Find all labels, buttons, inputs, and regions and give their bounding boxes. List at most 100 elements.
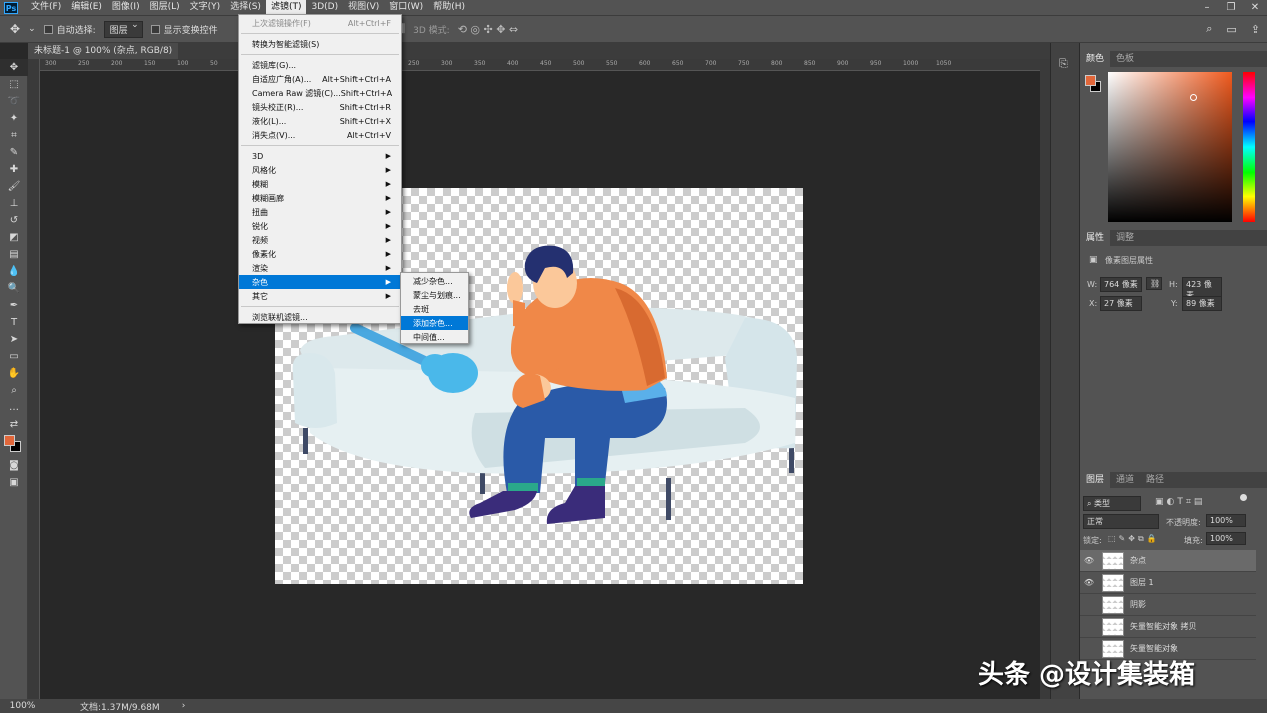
layer-filter-type-dropdown[interactable]: ⌕ 类型 bbox=[1083, 496, 1141, 511]
status-chevron-icon[interactable]: › bbox=[182, 701, 186, 711]
foreground-color-swatch[interactable] bbox=[4, 435, 15, 446]
path-selection-tool-icon[interactable]: ➤ bbox=[0, 331, 28, 348]
clone-stamp-tool-icon[interactable]: ⊥ bbox=[0, 195, 28, 212]
layer-row[interactable]: 阴影 bbox=[1080, 594, 1256, 616]
color-panel-foreground-swatch[interactable] bbox=[1085, 75, 1096, 86]
brush-tool-icon[interactable]: 🖌 bbox=[0, 178, 28, 195]
color-panel-swatches[interactable] bbox=[1085, 75, 1103, 93]
fill-field[interactable]: 100% bbox=[1206, 532, 1246, 545]
tab-adjustments[interactable]: 调整 bbox=[1110, 230, 1140, 246]
menu-item-blur[interactable]: 模糊 ▶ bbox=[239, 177, 401, 191]
menu-item-stylize[interactable]: 风格化 ▶ bbox=[239, 163, 401, 177]
auto-select-dropdown[interactable]: 图层 bbox=[103, 20, 143, 38]
menu-item-render[interactable]: 渲染 ▶ bbox=[239, 261, 401, 275]
tab-color[interactable]: 颜色 bbox=[1080, 51, 1111, 67]
x-field[interactable]: 27 像素 bbox=[1100, 296, 1142, 311]
menu-item-adaptive-wide[interactable]: 自适应广角(A)... Alt+Shift+Ctrl+A bbox=[239, 72, 401, 86]
menu-item-noise[interactable]: 杂色 ▶ bbox=[239, 275, 401, 289]
zoom-tool-icon[interactable]: ⌕ bbox=[0, 382, 28, 399]
color-swatches[interactable] bbox=[0, 433, 28, 457]
marquee-tool-icon[interactable]: ⬚ bbox=[0, 76, 28, 93]
menu-item-camera-raw[interactable]: Camera Raw 滤镜(C)... Shift+Ctrl+A bbox=[239, 86, 401, 100]
tab-properties[interactable]: 属性 bbox=[1080, 230, 1111, 246]
menu-select[interactable]: 选择(S) bbox=[225, 0, 266, 15]
menu-window[interactable]: 窗口(W) bbox=[384, 0, 428, 15]
close-icon[interactable]: ✕ bbox=[1243, 0, 1267, 15]
menu-item-sharpen[interactable]: 锐化 ▶ bbox=[239, 219, 401, 233]
3d-mode-icons[interactable]: ⟲ ◎ ✣ ✥ ⇔ bbox=[458, 23, 518, 36]
menu-item-browse-online[interactable]: 浏览联机滤镜... bbox=[239, 310, 401, 324]
healing-brush-tool-icon[interactable]: ✚ bbox=[0, 161, 28, 178]
menu-item-filter-gallery[interactable]: 滤镜库(G)... bbox=[239, 58, 401, 72]
pen-tool-icon[interactable]: ✒ bbox=[0, 297, 28, 314]
menu-item-blur-gallery[interactable]: 模糊画廊 ▶ bbox=[239, 191, 401, 205]
layer-row[interactable]: 👁 图层 1 bbox=[1080, 572, 1256, 594]
show-transform-checkbox[interactable] bbox=[150, 24, 160, 34]
visibility-eye-icon[interactable]: 👁 bbox=[1080, 556, 1098, 565]
menu-type[interactable]: 文字(Y) bbox=[185, 0, 226, 15]
move-tool-icon[interactable]: ✥ bbox=[0, 59, 28, 76]
auto-select-option[interactable]: 自动选择: bbox=[43, 23, 96, 36]
menu-item-vanishing-point[interactable]: 消失点(V)... Alt+Ctrl+V bbox=[239, 128, 401, 142]
menu-item-pixelate[interactable]: 像素化 ▶ bbox=[239, 247, 401, 261]
rectangle-tool-icon[interactable]: ▭ bbox=[0, 348, 28, 365]
menu-item-distort[interactable]: 扭曲 ▶ bbox=[239, 205, 401, 219]
tab-channels[interactable]: 通道 bbox=[1110, 472, 1140, 488]
more-tools-icon[interactable]: … bbox=[0, 399, 28, 416]
color-picker-cursor[interactable] bbox=[1190, 94, 1197, 101]
menu-3d[interactable]: 3D(D) bbox=[306, 0, 343, 15]
menu-item-lens-correction[interactable]: 镜头校正(R)... Shift+Ctrl+R bbox=[239, 100, 401, 114]
layer-row[interactable]: 矢量智能对象 拷贝 bbox=[1080, 616, 1256, 638]
blur-tool-icon[interactable]: 💧 bbox=[0, 263, 28, 280]
menu-help[interactable]: 帮助(H) bbox=[428, 0, 470, 15]
hue-slider[interactable] bbox=[1243, 72, 1255, 222]
restore-icon[interactable]: ❐ bbox=[1219, 0, 1243, 15]
submenu-item-add-noise[interactable]: 添加杂色... bbox=[401, 316, 468, 330]
menu-file[interactable]: 文件(F) bbox=[26, 0, 66, 15]
menu-item-convert-smart[interactable]: 转换为智能滤镜(S) bbox=[239, 37, 401, 51]
color-picker-field[interactable] bbox=[1108, 72, 1232, 222]
menu-item-other[interactable]: 其它 ▶ bbox=[239, 289, 401, 303]
submenu-item-reduce-noise[interactable]: 减少杂色... bbox=[401, 274, 468, 288]
opacity-field[interactable]: 100% bbox=[1206, 514, 1246, 527]
type-tool-icon[interactable]: T bbox=[0, 314, 28, 331]
submenu-item-dust-scratches[interactable]: 蒙尘与划痕... bbox=[401, 288, 468, 302]
gradient-tool-icon[interactable]: ▤ bbox=[0, 246, 28, 263]
menu-filter[interactable]: 滤镜(T) bbox=[265, 0, 307, 15]
width-field[interactable]: 764 像素 bbox=[1100, 277, 1142, 292]
move-tool-icon[interactable]: ✥ bbox=[10, 22, 20, 36]
layer-filter-icons[interactable]: ▣◐T⌗▤ bbox=[1155, 497, 1205, 507]
screen-mode-icon[interactable]: ▣ bbox=[0, 474, 28, 491]
history-brush-tool-icon[interactable]: ↺ bbox=[0, 212, 28, 229]
quick-mask-icon[interactable]: ◙ bbox=[0, 457, 28, 474]
workspace-icon[interactable]: ▭ bbox=[1226, 23, 1236, 36]
menu-item-3d[interactable]: 3D ▶ bbox=[239, 149, 401, 163]
tab-paths[interactable]: 路径 bbox=[1140, 472, 1170, 488]
zoom-level[interactable]: 100% bbox=[0, 701, 45, 711]
history-panel-icon[interactable]: ⎘ bbox=[1059, 57, 1079, 71]
show-transform-option[interactable]: 显示变换控件 bbox=[150, 23, 218, 36]
auto-select-checkbox[interactable] bbox=[43, 24, 53, 34]
menu-item-last-filter[interactable]: 上次滤镜操作(F) Alt+Ctrl+F bbox=[239, 16, 401, 30]
document-tab[interactable]: 未标题-1 @ 100% (杂点, RGB/8) *✕ bbox=[28, 43, 178, 72]
submenu-item-despeckle[interactable]: 去斑 bbox=[401, 302, 468, 316]
menu-item-video[interactable]: 视频 ▶ bbox=[239, 233, 401, 247]
magic-wand-tool-icon[interactable]: ✦ bbox=[0, 110, 28, 127]
minimize-icon[interactable]: – bbox=[1195, 0, 1219, 15]
lock-icons[interactable]: ⬚✎✥⧉🔒 bbox=[1108, 534, 1160, 544]
filter-toggle-icon[interactable] bbox=[1240, 494, 1247, 501]
menu-view[interactable]: 视图(V) bbox=[343, 0, 384, 15]
eraser-tool-icon[interactable]: ◩ bbox=[0, 229, 28, 246]
tab-layers[interactable]: 图层 bbox=[1080, 472, 1111, 488]
share-icon[interactable]: ⇪ bbox=[1251, 23, 1260, 36]
menu-edit[interactable]: 编辑(E) bbox=[66, 0, 107, 15]
swap-colors-icon[interactable]: ⇄ bbox=[0, 416, 28, 433]
visibility-eye-icon[interactable]: 👁 bbox=[1080, 578, 1098, 587]
menu-image[interactable]: 图像(I) bbox=[107, 0, 145, 15]
layer-row[interactable]: 👁 杂点 bbox=[1080, 550, 1256, 572]
blend-mode-dropdown[interactable]: 正常 bbox=[1083, 514, 1159, 529]
submenu-item-median[interactable]: 中间值... bbox=[401, 330, 468, 344]
vertical-scrollbar[interactable] bbox=[1040, 59, 1050, 699]
y-field[interactable]: 89 像素 bbox=[1182, 296, 1222, 311]
search-icon[interactable]: ⌕ bbox=[1206, 22, 1212, 36]
